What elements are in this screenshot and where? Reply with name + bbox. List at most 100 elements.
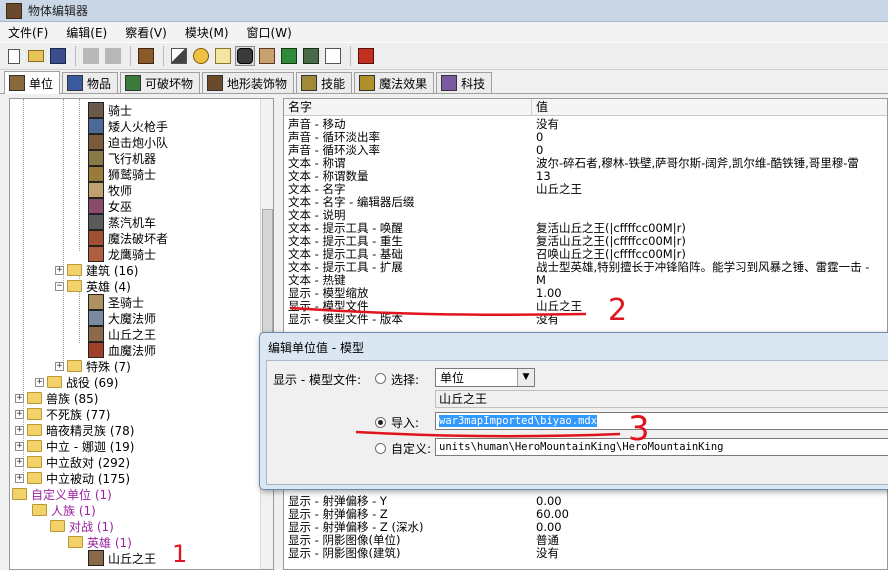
grid-row[interactable]: 文本 - 称谓 波尔-碎石者,穆林-铁壁,萨哥尔斯-阔斧,凯尔维-酷铁锤,哥里穆-… <box>284 157 887 170</box>
tree-custom-mountain-king[interactable]: 山丘之王 <box>88 549 157 567</box>
grid-cell-value[interactable]: 波尔-碎石者,穆林-铁壁,萨哥尔斯-阔斧,凯尔维-酷铁锤,哥里穆-雷 <box>532 157 887 170</box>
column-header-value[interactable]: 值 <box>532 99 887 116</box>
grid-row[interactable]: 显示 - 阴影图像(建筑) 没有 <box>284 547 887 560</box>
menu-view[interactable]: 察看(V) <box>123 24 169 41</box>
grid-row[interactable]: 显示 - 模型缩放 1.00 <box>284 287 887 300</box>
expand-icon[interactable]: + <box>15 409 24 419</box>
grid-cell-value[interactable]: 普通 <box>532 534 887 547</box>
tree-unit-spell-breaker[interactable]: 魔法破坏者 <box>88 230 168 246</box>
grid-cell-value[interactable]: 60.00 <box>532 508 887 521</box>
expand-icon[interactable]: + <box>55 265 64 275</box>
new-file-icon[interactable] <box>4 46 24 66</box>
tree-unit-rifleman[interactable]: 矮人火枪手 <box>88 118 168 134</box>
object-editor-icon[interactable] <box>136 46 156 66</box>
grid-row[interactable]: 显示 - 射弹偏移 - Y 0.00 <box>284 495 887 508</box>
grid-cell-value[interactable]: 战士型英雄,特别擅长于冲锋陷阵。能学习到风暴之锤、雷霆一击 - <box>532 261 887 274</box>
import-manager-icon[interactable] <box>301 46 321 66</box>
grid-cell-value[interactable]: 没有 <box>532 547 887 560</box>
expand-icon[interactable]: + <box>15 393 24 403</box>
import-radio[interactable] <box>375 417 386 428</box>
tree-race-undead[interactable]: + 不死族 (77) <box>15 406 110 422</box>
paste-icon[interactable] <box>103 46 123 66</box>
tab-upgrades[interactable]: 科技 <box>436 72 493 93</box>
tree-custom-melee[interactable]: 对战 (1) <box>50 518 114 534</box>
menu-file[interactable]: 文件(F) <box>6 24 50 41</box>
grid-cell-value[interactable]: 复活山丘之王(|cffffcc00M|r) <box>532 222 887 235</box>
grid-row[interactable]: 显示 - 模型文件 - 版本 没有 <box>284 313 887 326</box>
save-icon[interactable] <box>48 46 68 66</box>
tree-unit-flying-machine[interactable]: 飞行机器 <box>88 150 156 166</box>
grid-cell-value[interactable]: 山丘之王 <box>532 300 887 313</box>
sound-editor-icon[interactable] <box>213 46 233 66</box>
expand-icon[interactable]: + <box>35 377 44 387</box>
grid-cell-value[interactable] <box>532 196 887 209</box>
import-path-input[interactable]: war3mapImported\biyao.mdx <box>435 412 888 430</box>
grid-cell-value[interactable]: 1.00 <box>532 287 887 300</box>
tab-buffs[interactable]: 魔法效果 <box>354 72 435 93</box>
test-map-icon[interactable] <box>356 46 376 66</box>
tree-folder-heroes[interactable]: − 英雄 (4) <box>55 278 131 294</box>
custom-radio[interactable] <box>375 443 386 454</box>
grid-row[interactable]: 文本 - 名字 山丘之王 <box>284 183 887 196</box>
grid-cell-value[interactable]: 0.00 <box>532 495 887 508</box>
grid-row[interactable]: 显示 - 射弹偏移 - Z (深水) 0.00 <box>284 521 887 534</box>
chevron-down-icon[interactable]: ▼ <box>517 369 534 386</box>
grid-row[interactable]: 显示 - 模型文件 山丘之王 <box>284 300 887 313</box>
tree-custom-units[interactable]: 自定义单位 (1) <box>12 486 112 502</box>
grid-row[interactable]: 文本 - 提示工具 - 唤醒 复活山丘之王(|cffffcc00M|r) <box>284 222 887 235</box>
tree-unit-mortar-team[interactable]: 迫击炮小队 <box>88 134 168 150</box>
campaign-editor-icon[interactable] <box>257 46 277 66</box>
tree-unit-siege-engine[interactable]: 蒸汽机车 <box>88 214 156 230</box>
open-folder-icon[interactable] <box>26 46 46 66</box>
tree-unit-sorceress[interactable]: 女巫 <box>88 198 132 214</box>
grid-row[interactable]: 显示 - 阴影图像(单位) 普通 <box>284 534 887 547</box>
expand-icon[interactable]: + <box>15 473 24 483</box>
tree-folder-special[interactable]: + 特殊 (7) <box>55 358 131 374</box>
object-tree[interactable]: 骑士 矮人火枪手 迫击炮小队 飞行机器 狮鹫骑士 牧师 女巫 蒸汽机车 魔法破坏… <box>9 98 274 570</box>
grid-row[interactable]: 声音 - 循环淡入率 0 <box>284 144 887 157</box>
tab-abilities[interactable]: 技能 <box>296 72 353 93</box>
tree-unit-gryphon-rider[interactable]: 狮鹫骑士 <box>88 166 156 182</box>
grid-row[interactable]: 文本 - 提示工具 - 基础 召唤山丘之王(|cffffcc00M|r) <box>284 248 887 261</box>
terrain-editor-icon[interactable] <box>169 46 189 66</box>
tree-folder-campaign[interactable]: + 战役 (69) <box>35 374 118 390</box>
grid-cell-value[interactable]: 13 <box>532 170 887 183</box>
grid-cell-value[interactable]: 0 <box>532 144 887 157</box>
tree-unit-priest[interactable]: 牧师 <box>88 182 132 198</box>
column-header-name[interactable]: 名字 <box>284 99 532 116</box>
grid-row[interactable]: 文本 - 提示工具 - 扩展 战士型英雄,特别擅长于冲锋陷阵。能学习到风暴之锤、雷… <box>284 261 887 274</box>
copy-icon[interactable] <box>81 46 101 66</box>
menu-edit[interactable]: 编辑(E) <box>64 24 109 41</box>
menu-window[interactable]: 窗口(W) <box>245 24 294 41</box>
expand-icon[interactable]: + <box>15 457 24 467</box>
tree-custom-human[interactable]: 人族 (1) <box>32 502 96 518</box>
grid-row[interactable]: 文本 - 称谓数量 13 <box>284 170 887 183</box>
tree-unit-knight[interactable]: 骑士 <box>88 102 132 118</box>
tree-hero-archmage[interactable]: 大魔法师 <box>88 310 156 326</box>
object-editor-active-icon[interactable] <box>235 46 255 66</box>
select-radio[interactable] <box>375 373 386 384</box>
tree-hero-blood-mage[interactable]: 血魔法师 <box>88 342 156 358</box>
tab-units[interactable]: 单位 <box>4 71 61 94</box>
grid-cell-value[interactable] <box>532 209 887 222</box>
tree-race-neutral-hostile[interactable]: + 中立敌对 (292) <box>15 454 130 470</box>
tree-custom-heroes[interactable]: 英雄 (1) <box>68 534 132 550</box>
grid-row[interactable]: 显示 - 射弹偏移 - Z 60.00 <box>284 508 887 521</box>
grid-row[interactable]: 声音 - 循环淡出率 0 <box>284 131 887 144</box>
grid-row[interactable]: 文本 - 提示工具 - 重生 复活山丘之王(|cffffcc00M|r) <box>284 235 887 248</box>
object-manager-icon[interactable] <box>323 46 343 66</box>
grid-cell-value[interactable]: 复活山丘之王(|cffffcc00M|r) <box>532 235 887 248</box>
model-type-select[interactable]: 单位 ▼ <box>435 368 535 387</box>
collapse-icon[interactable]: − <box>55 281 64 291</box>
tree-race-orc[interactable]: + 兽族 (85) <box>15 390 98 406</box>
tree-unit-dragonhawk-rider[interactable]: 龙鹰骑士 <box>88 246 156 262</box>
expand-icon[interactable]: + <box>15 425 24 435</box>
tab-destructibles[interactable]: 可破坏物 <box>120 72 201 93</box>
tree-hero-paladin[interactable]: 圣骑士 <box>88 294 144 310</box>
grid-cell-value[interactable]: 没有 <box>532 118 887 131</box>
grid-cell-value[interactable]: 没有 <box>532 313 887 326</box>
grid-cell-value[interactable]: 0.00 <box>532 521 887 534</box>
trigger-editor-icon[interactable] <box>191 46 211 66</box>
grid-cell-value[interactable]: 山丘之王 <box>532 183 887 196</box>
tree-race-naga[interactable]: + 中立 - 娜迦 (19) <box>15 438 134 454</box>
